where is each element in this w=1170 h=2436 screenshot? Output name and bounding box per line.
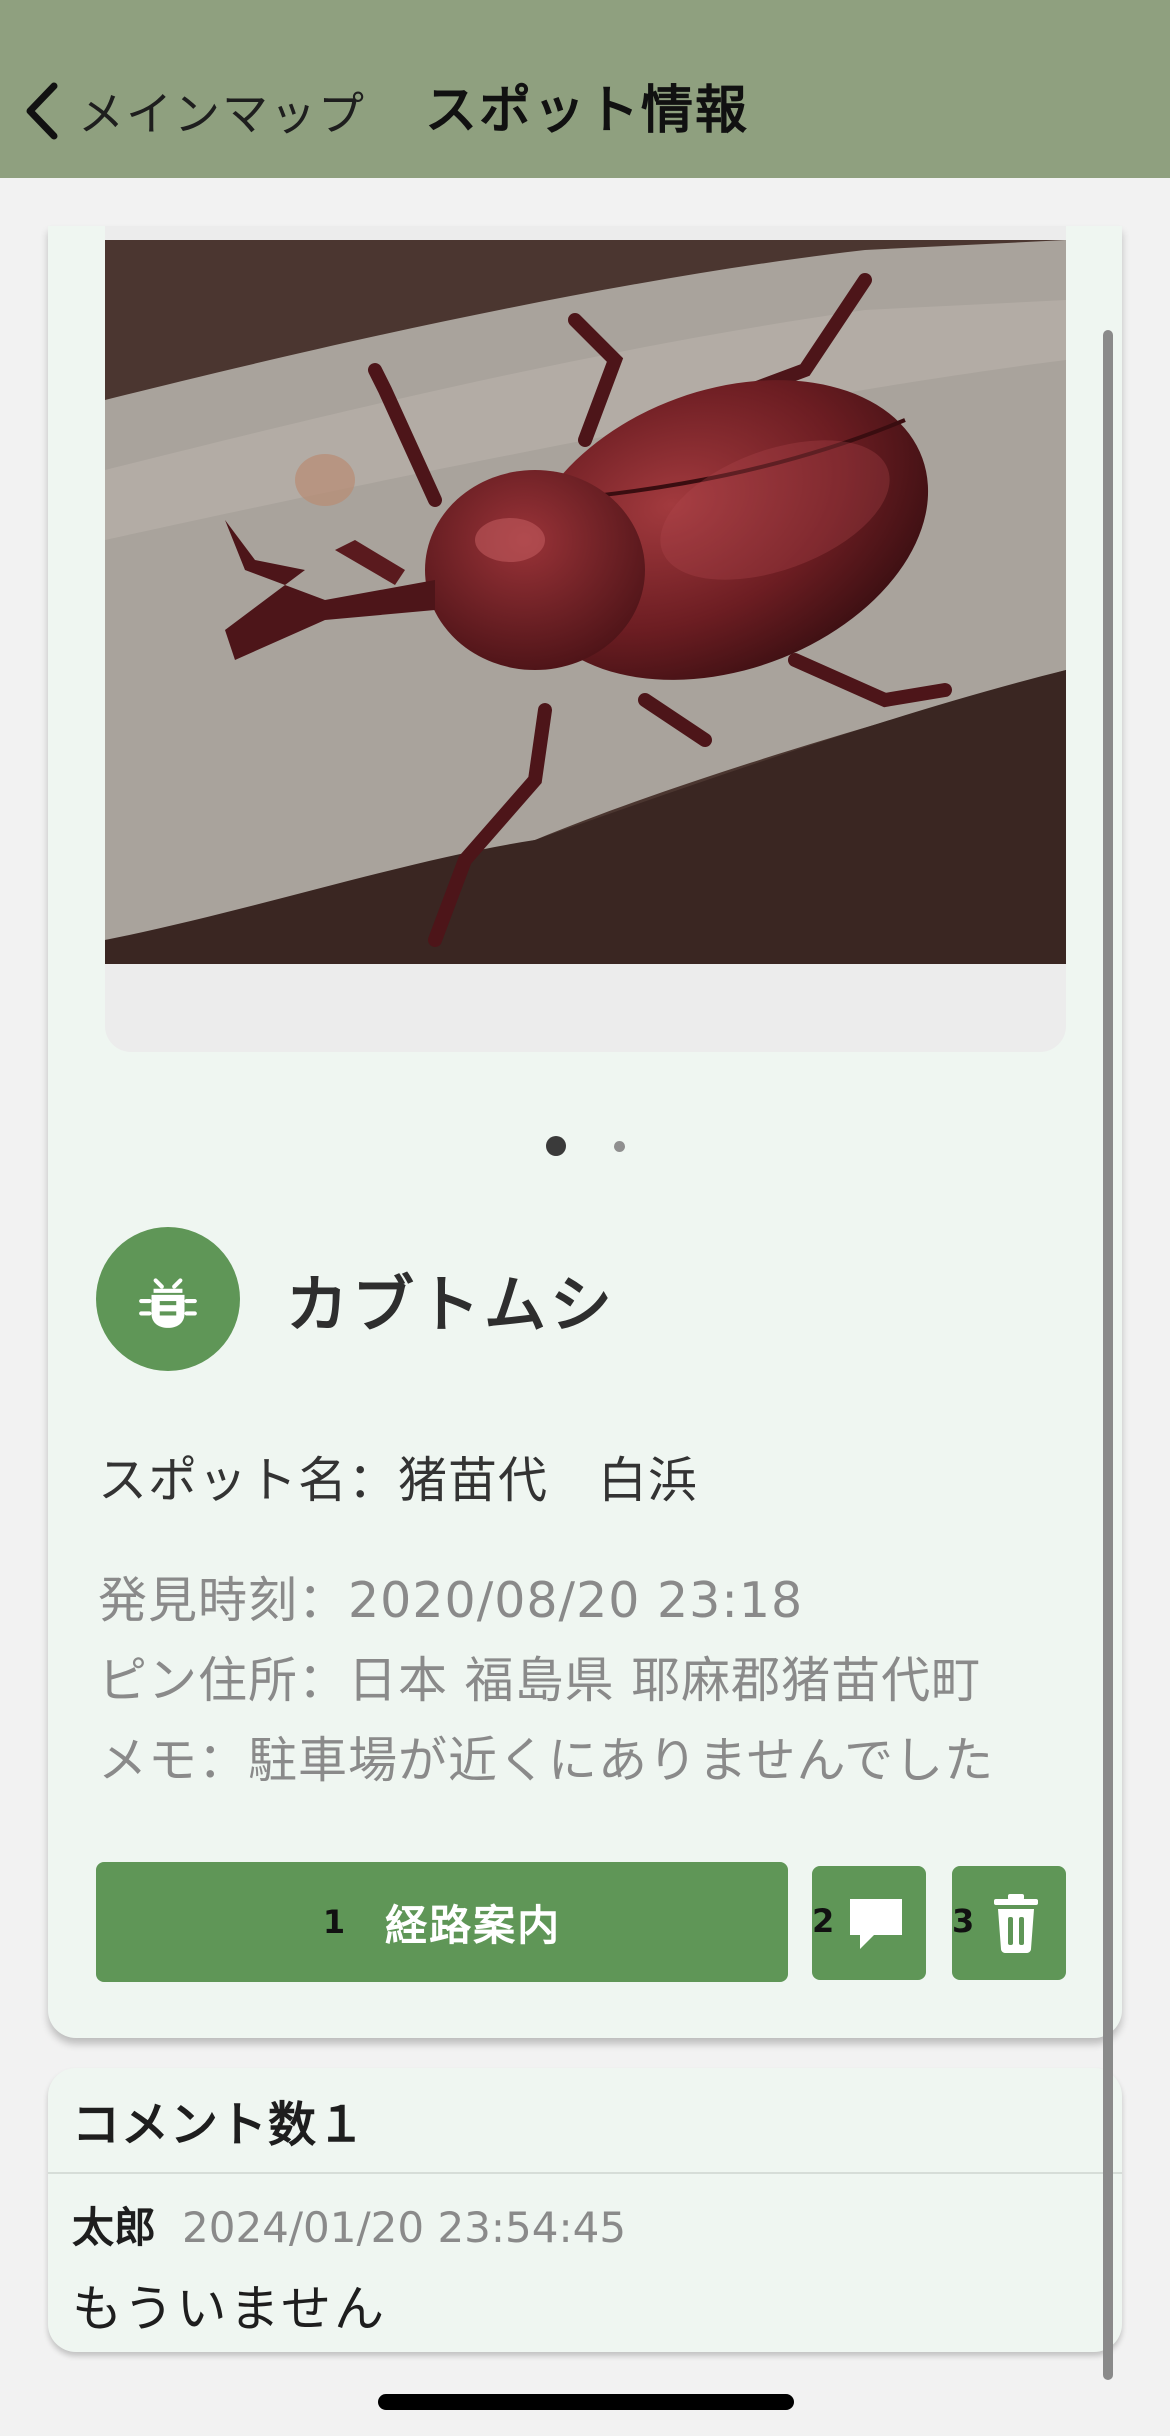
species-row: カブトムシ: [96, 1226, 616, 1372]
trash-icon: [994, 1894, 1038, 1953]
bug-icon: [139, 1278, 197, 1328]
navigation-header: メインマップ スポット情報: [0, 0, 1170, 178]
memo: メモ：駐車場が近くにありませんでした: [98, 1732, 995, 1789]
spot-photo: [105, 240, 1066, 964]
action-buttons: 1 経路案内 2 3: [96, 1858, 1076, 1982]
pin-address: ピン住所：日本 福島県 耶麻郡猪苗代町: [98, 1652, 982, 1709]
carousel-dot-active[interactable]: [545, 1136, 566, 1156]
spot-detail-scroll[interactable]: カブトムシ スポット名：猪苗代 白浜 発見時刻：2020/08/20 23:18…: [48, 226, 1122, 2366]
carousel-dot[interactable]: [613, 1140, 625, 1152]
comment-item: 太郎 2024/01/20 23:54:45 もういません: [48, 2174, 1122, 2341]
beetle-photo-image: [105, 240, 1066, 964]
delete-button-index: 3: [952, 1902, 975, 1940]
carousel-indicator[interactable]: [48, 1126, 1122, 1166]
species-name: カブトムシ: [286, 1268, 617, 1341]
comments-section: コメント数１ 太郎 2024/01/20 23:54:45 もういません: [48, 2068, 1122, 2352]
comment-count: コメント数１: [48, 2068, 1122, 2174]
page-title: スポット情報: [425, 81, 750, 141]
route-button-index: 1: [322, 1903, 346, 1941]
found-time: 発見時刻：2020/08/20 23:18: [98, 1572, 804, 1629]
comment-button-index: 2: [812, 1902, 835, 1940]
comment-button[interactable]: 2: [812, 1866, 926, 1980]
comment-text: もういません: [72, 2280, 387, 2338]
route-guide-button[interactable]: 1 経路案内: [96, 1862, 788, 1982]
comment-timestamp: 2024/01/20 23:54:45: [182, 2203, 627, 2252]
back-label: メインマップ: [78, 87, 366, 141]
route-button-label: 経路案内: [385, 1900, 562, 1950]
vertical-scrollbar[interactable]: [1103, 330, 1113, 2380]
spot-name: スポット名：猪苗代 白浜: [98, 1452, 699, 1509]
photo-carousel[interactable]: [105, 226, 1066, 1052]
back-button[interactable]: メインマップ: [20, 76, 366, 146]
spot-card: カブトムシ スポット名：猪苗代 白浜 発見時刻：2020/08/20 23:18…: [48, 226, 1122, 2038]
delete-button[interactable]: 3: [952, 1866, 1066, 1980]
home-indicator[interactable]: [378, 2394, 794, 2410]
species-icon-badge: [96, 1227, 240, 1371]
comment-icon: [850, 1899, 902, 1949]
chevron-left-icon: [26, 82, 58, 140]
comment-user: 太郎: [72, 2203, 157, 2252]
